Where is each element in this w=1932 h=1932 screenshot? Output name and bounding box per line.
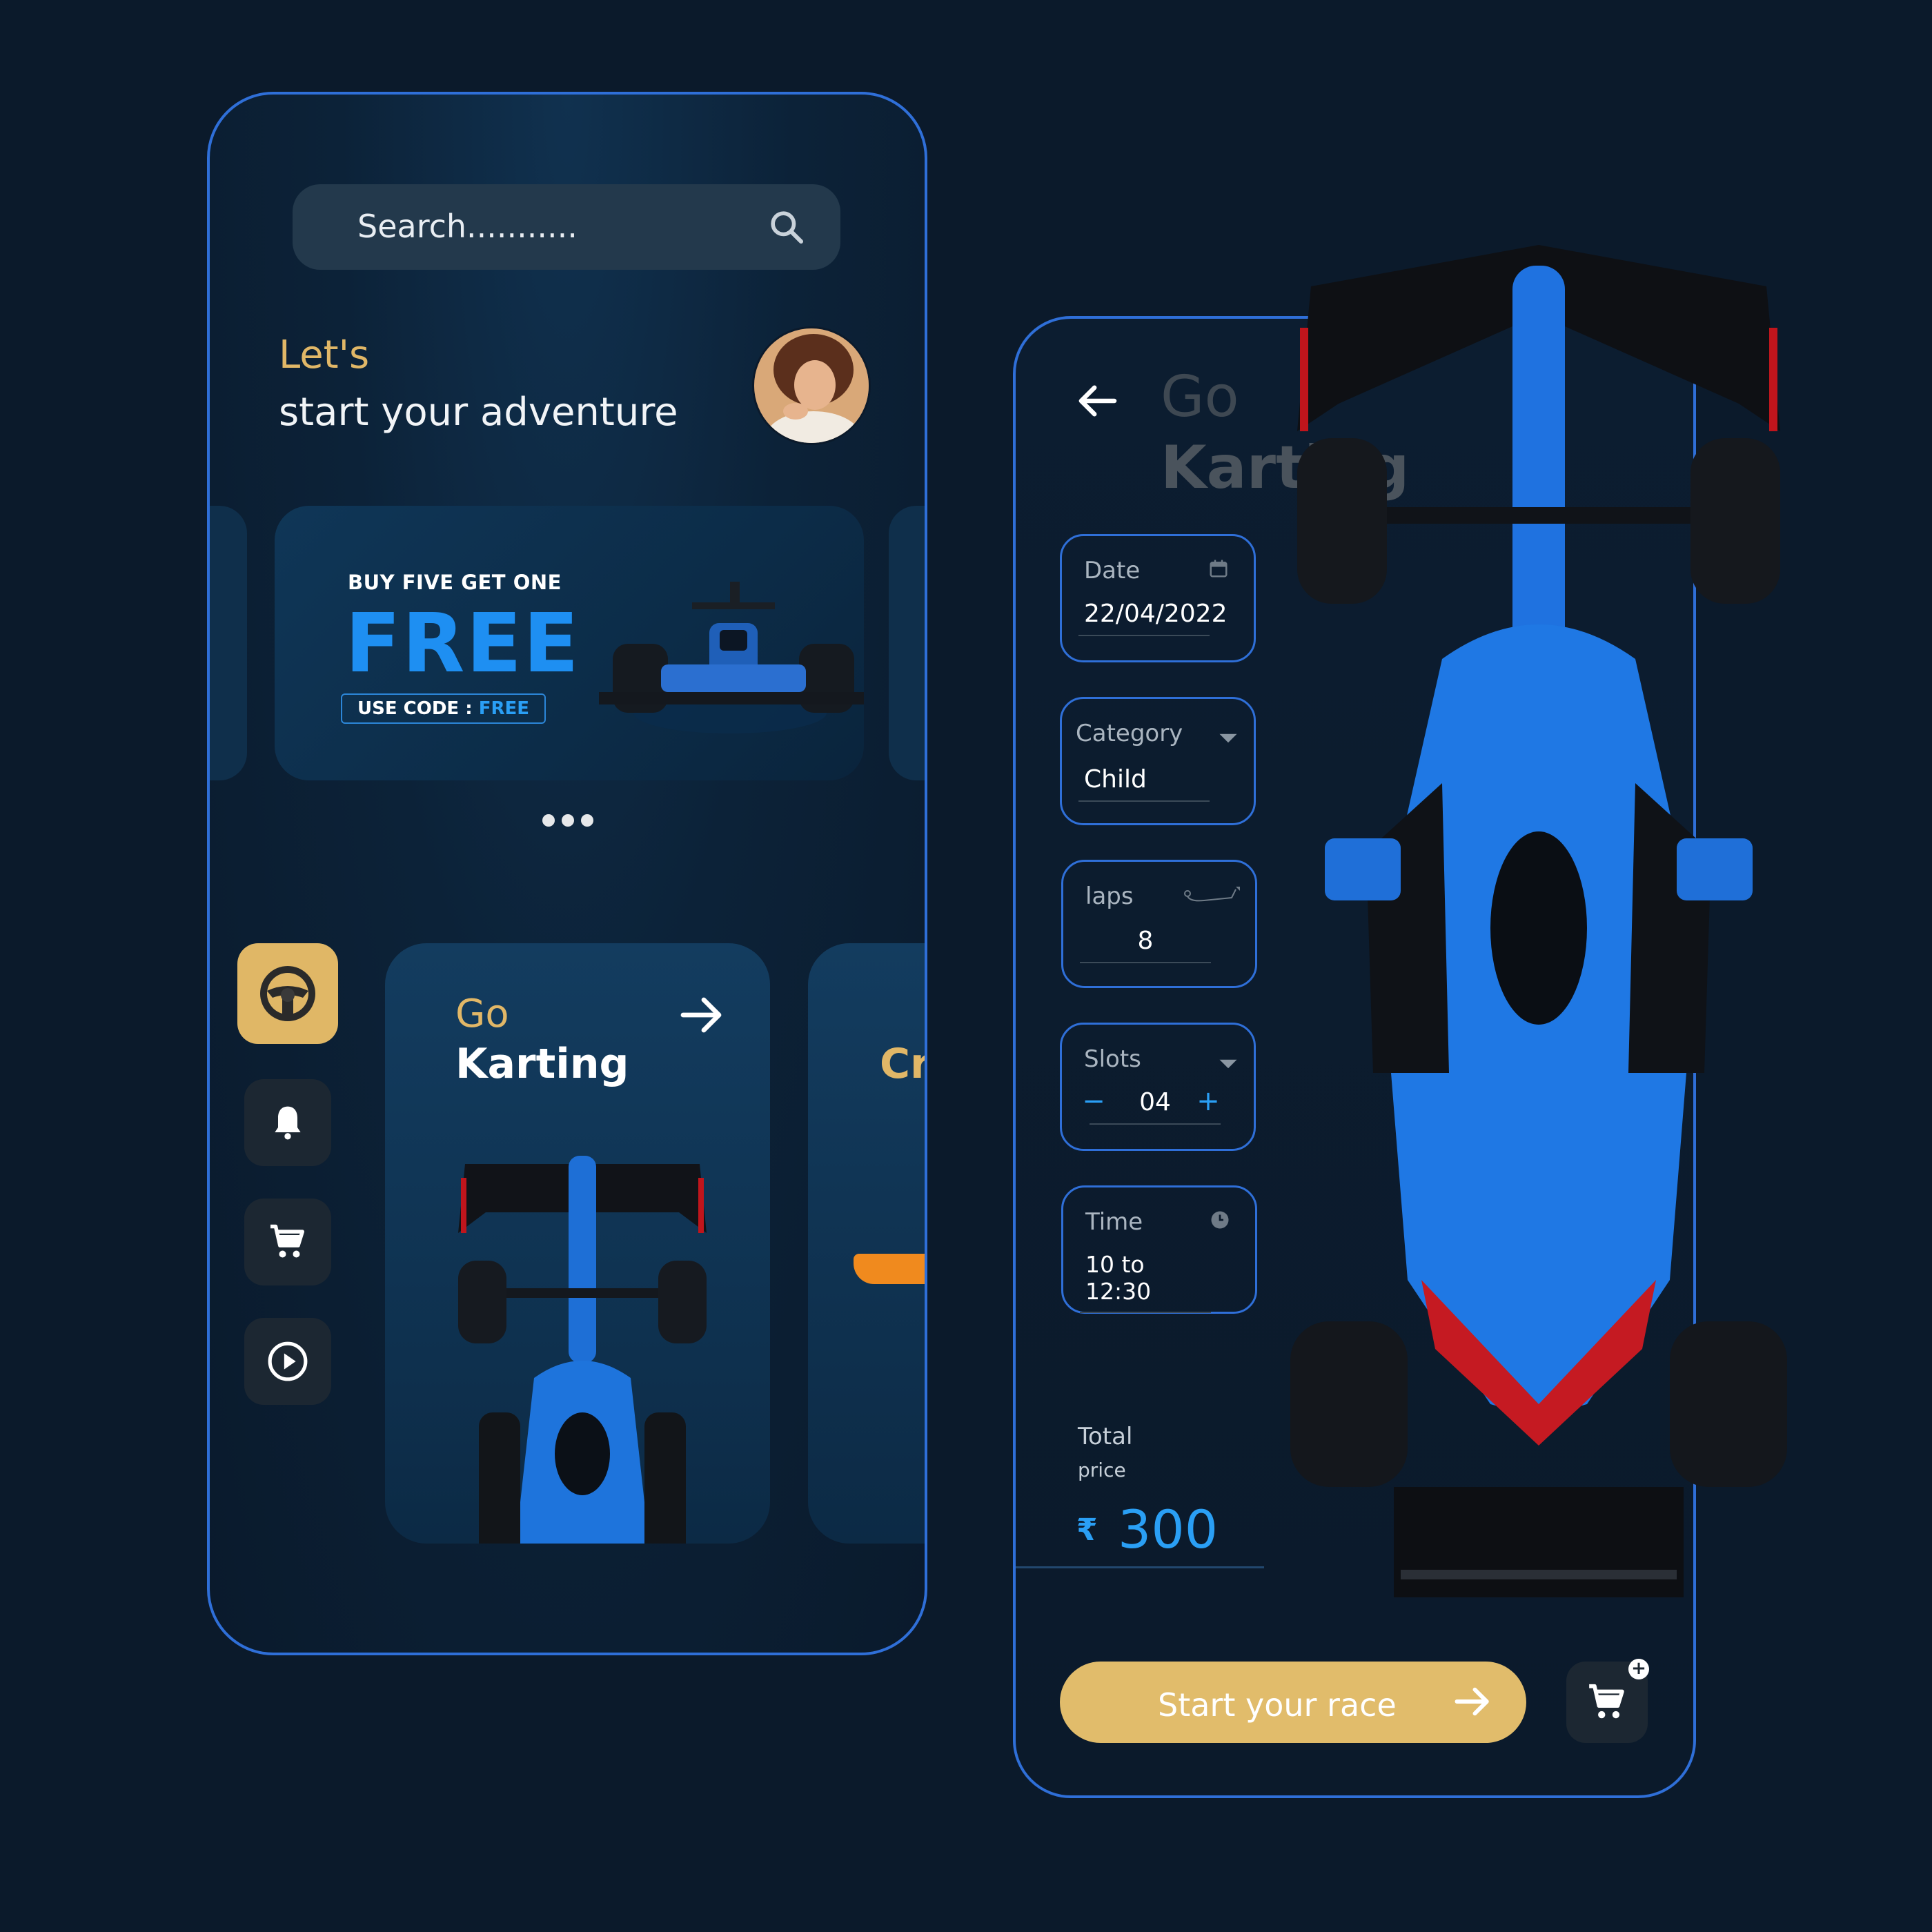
card-eyebrow: Go <box>455 992 509 1036</box>
start-race-button[interactable]: Start your race <box>1060 1662 1526 1743</box>
clock-icon[interactable] <box>1210 1210 1230 1230</box>
nav-karting-button[interactable] <box>237 943 338 1044</box>
carousel-indicator <box>542 814 593 827</box>
promo-eyebrow: BUY FIVE GET ONE <box>348 571 562 594</box>
avatar-photo <box>754 328 869 443</box>
promo-code-badge: USE CODE : FREE <box>341 693 546 724</box>
chevron-down-icon[interactable] <box>1218 1054 1239 1074</box>
home-screen: Search........... Let's start your adven… <box>207 92 927 1655</box>
time-label: Time <box>1085 1208 1143 1236</box>
search-input[interactable]: Search........... <box>357 208 578 245</box>
cart-add-badge: + <box>1628 1659 1649 1679</box>
avatar[interactable] <box>752 326 871 445</box>
promo-code-value: FREE <box>478 698 529 719</box>
race-car-hero-image <box>1290 245 1787 1597</box>
laps-value[interactable]: 8 <box>1080 927 1211 963</box>
category-select[interactable]: Category Child <box>1060 697 1256 825</box>
greeting-eyebrow: Let's <box>279 333 370 377</box>
activity-card-karting[interactable]: Go Karting <box>385 943 770 1544</box>
slots-label: Slots <box>1084 1045 1141 1073</box>
carousel-dot[interactable] <box>562 814 574 827</box>
promo-card-prev[interactable] <box>210 506 247 780</box>
slots-increment-button[interactable]: + <box>1194 1085 1222 1117</box>
arrow-right-icon[interactable] <box>680 996 724 1034</box>
nav-notifications-button[interactable] <box>244 1079 331 1166</box>
greeting-title: start your adventure <box>279 390 678 435</box>
date-value[interactable]: 22/04/2022 <box>1078 600 1228 636</box>
nav-play-button[interactable] <box>244 1318 331 1405</box>
race-car-front-image <box>599 582 864 733</box>
booking-eyebrow: Go <box>1161 364 1239 430</box>
bell-icon <box>275 1106 301 1140</box>
currency-symbol: ₹ <box>1076 1512 1098 1548</box>
play-icon <box>268 1341 308 1381</box>
promo-card-next[interactable] <box>889 506 925 780</box>
category-value[interactable]: Child <box>1078 765 1210 802</box>
time-value[interactable]: 10 to 12:30 <box>1080 1251 1211 1313</box>
carousel-dot[interactable] <box>581 814 593 827</box>
slots-stepper[interactable]: Slots − 04 + <box>1060 1023 1256 1151</box>
nav-cart-button[interactable] <box>244 1199 331 1285</box>
arrow-right-icon <box>1455 1687 1489 1716</box>
add-to-cart-button[interactable]: + <box>1566 1659 1649 1743</box>
cart-icon <box>1589 1684 1624 1719</box>
date-field[interactable]: Date 22/04/2022 <box>1060 534 1256 662</box>
card-peek-image <box>854 1254 925 1284</box>
card-peek-title: Cr <box>880 1040 927 1088</box>
promo-code-prefix: USE CODE : <box>357 698 479 719</box>
promo-headline: FREE <box>345 595 580 691</box>
total-label: Total <box>1078 1423 1133 1450</box>
promo-banner[interactable]: BUY FIVE GET ONE FREE USE CODE : FREE <box>275 506 864 780</box>
search-icon[interactable] <box>767 208 806 246</box>
race-car-top-image <box>458 1156 707 1544</box>
calendar-icon[interactable] <box>1208 558 1229 579</box>
total-price: 300 <box>1118 1499 1219 1560</box>
divider <box>1016 1566 1264 1568</box>
cart-icon <box>270 1224 304 1258</box>
steering-wheel-icon <box>260 966 315 1021</box>
carousel-dot[interactable] <box>542 814 555 827</box>
track-icon <box>1184 887 1240 902</box>
back-arrow-icon[interactable] <box>1076 384 1118 418</box>
date-label: Date <box>1084 557 1141 584</box>
total-sublabel: price <box>1078 1459 1126 1481</box>
search-bar[interactable]: Search........... <box>293 184 840 270</box>
category-label: Category <box>1076 720 1183 747</box>
laps-label: laps <box>1085 883 1134 910</box>
activity-card-next[interactable]: Cr <box>808 943 927 1544</box>
card-title: Karting <box>455 1040 629 1088</box>
chevron-down-icon[interactable] <box>1218 728 1239 749</box>
time-field[interactable]: Time 10 to 12:30 <box>1061 1185 1257 1314</box>
start-race-label: Start your race <box>1158 1686 1397 1724</box>
laps-field[interactable]: laps 8 <box>1061 860 1257 988</box>
